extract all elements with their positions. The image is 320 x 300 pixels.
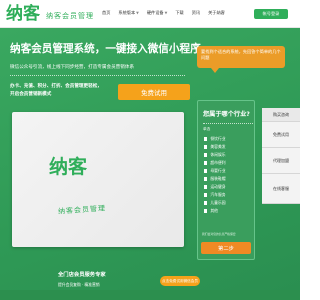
- hero-subtitle: 微信公众号引流，线上线下同步经营，打造专属会员营销体系: [10, 65, 135, 70]
- card-logo: 纳客: [49, 156, 88, 178]
- survey-divider: [203, 123, 253, 124]
- option-label: 美容美发: [210, 144, 226, 149]
- nav-hardware[interactable]: 硬件设备 ▼: [143, 9, 171, 17]
- checkbox-icon[interactable]: [204, 201, 208, 205]
- checkbox-icon[interactable]: [204, 209, 208, 213]
- login-button[interactable]: 帐号登录: [254, 9, 288, 19]
- option-label: 服装鞋帽: [210, 176, 226, 181]
- option-label: 汽车服务: [210, 192, 226, 197]
- side-tab-purchase[interactable]: 购买咨询: [262, 108, 300, 122]
- speech-bubble: 要找到个适合的系统，先回答个简单的几个问题: [197, 46, 285, 73]
- nav-system-versions-label: 系统版本: [118, 10, 136, 15]
- bubble-text: 要找到个适合的系统，先回答个简单的几个问题: [201, 49, 281, 60]
- checkbox-icon[interactable]: [204, 161, 208, 165]
- chevron-down-icon: ▼: [136, 11, 139, 15]
- option-label: 儿童乐园: [210, 200, 226, 205]
- nav-download[interactable]: 下载: [171, 9, 187, 17]
- industry-option[interactable]: 汽车服务: [204, 191, 226, 199]
- checkbox-icon[interactable]: [204, 137, 208, 141]
- option-label: 超市便利: [210, 160, 226, 165]
- bottom-bar: [0, 290, 300, 300]
- nav-home[interactable]: 首页: [98, 9, 114, 17]
- industry-options: 餐饮行业 美容美发 休闲娱乐 超市便利 母婴行业 服装鞋帽 运动健身 汽车服务 …: [204, 135, 226, 215]
- feature-line: 开启会员营销新模式: [10, 92, 52, 97]
- side-tabs: 购买咨询 免费试用 代理加盟 在线客服: [262, 108, 300, 204]
- industry-option[interactable]: 母婴行业: [204, 167, 226, 175]
- chevron-down-icon: ▼: [164, 11, 168, 15]
- survey-hint: 单选: [203, 127, 211, 131]
- hero-section: 纳客会员管理系统，一键接入微信小程序 微信公众号引流，线上线下同步经营，打造专属…: [0, 28, 300, 300]
- site-logo[interactable]: 纳客 纳客会员管理: [6, 4, 94, 24]
- side-tab-online-service[interactable]: 在线客服: [262, 174, 300, 204]
- nav-about-label: 关于纳客: [208, 10, 225, 15]
- nav-system-versions[interactable]: 系统版本 ▼: [114, 9, 142, 17]
- card-slogan: 纳客会员管理: [57, 204, 107, 216]
- checkbox-icon[interactable]: [204, 145, 208, 149]
- nav-hardware-label: 硬件设备: [146, 10, 164, 15]
- free-trial-button[interactable]: 免费试用: [118, 84, 190, 100]
- industry-survey: 您属于哪个行业? 单选 餐饮行业 美容美发 休闲娱乐 超市便利 母婴行业 服装鞋…: [197, 100, 255, 260]
- logo-slogan: 纳客会员管理: [46, 11, 94, 20]
- option-label: 餐饮行业: [210, 136, 226, 141]
- logo-text: 纳客: [6, 4, 40, 24]
- side-tab-trial[interactable]: 免费试用: [262, 122, 300, 148]
- checkbox-icon[interactable]: [204, 193, 208, 197]
- checkbox-icon[interactable]: [204, 169, 208, 173]
- bottom-title: 全门店会员服务专家: [58, 272, 106, 278]
- industry-option[interactable]: 餐饮行业: [204, 135, 226, 143]
- survey-note: 我们会对您的信息严格保密: [202, 232, 236, 236]
- hero-title: 纳客会员管理系统，一键接入微信小程序: [10, 43, 201, 55]
- industry-option[interactable]: 其他: [204, 207, 226, 215]
- main-nav: 首页 系统版本 ▼ 硬件设备 ▼ 下载 资讯 关于纳客: [98, 9, 229, 17]
- side-tab-agent[interactable]: 代理加盟: [262, 148, 300, 174]
- industry-option[interactable]: 儿童乐园: [204, 199, 226, 207]
- feature-line: 办卡、充值、积分、打折、会员管理更轻松，: [10, 84, 102, 89]
- nav-about[interactable]: 关于纳客: [204, 9, 229, 17]
- hero-divider: [10, 75, 185, 76]
- brand-card: 纳客 纳客会员管理: [12, 112, 184, 247]
- option-label: 运动健身: [210, 184, 226, 189]
- industry-option[interactable]: 美容美发: [204, 143, 226, 151]
- top-header: 纳客 纳客会员管理 首页 系统版本 ▼ 硬件设备 ▼ 下载 资讯 关于纳客 帐号登录: [0, 0, 300, 28]
- bottom-cta-button[interactable]: 点击免费试用微信会员: [160, 276, 200, 286]
- option-label: 其他: [210, 208, 218, 213]
- feature-list: 办卡、充值、积分、打折、会员管理更轻松， 开启会员营销新模式: [10, 83, 110, 99]
- industry-option[interactable]: 运动健身: [204, 183, 226, 191]
- survey-title: 您属于哪个行业?: [203, 111, 250, 118]
- industry-option[interactable]: 服装鞋帽: [204, 175, 226, 183]
- nav-news[interactable]: 资讯: [188, 9, 204, 17]
- checkbox-icon[interactable]: [204, 177, 208, 181]
- nav-home-label: 首页: [102, 10, 111, 15]
- nav-news-label: 资讯: [191, 10, 201, 15]
- nav-download-label: 下载: [175, 10, 184, 15]
- next-step-button[interactable]: 第二步: [201, 242, 251, 254]
- checkbox-icon[interactable]: [204, 185, 208, 189]
- option-label: 休闲娱乐: [210, 152, 226, 157]
- bottom-tags: 提升会员复购 · 精准营销: [58, 282, 100, 287]
- industry-option[interactable]: 休闲娱乐: [204, 151, 226, 159]
- checkbox-icon[interactable]: [204, 153, 208, 157]
- option-label: 母婴行业: [210, 168, 226, 173]
- industry-option[interactable]: 超市便利: [204, 159, 226, 167]
